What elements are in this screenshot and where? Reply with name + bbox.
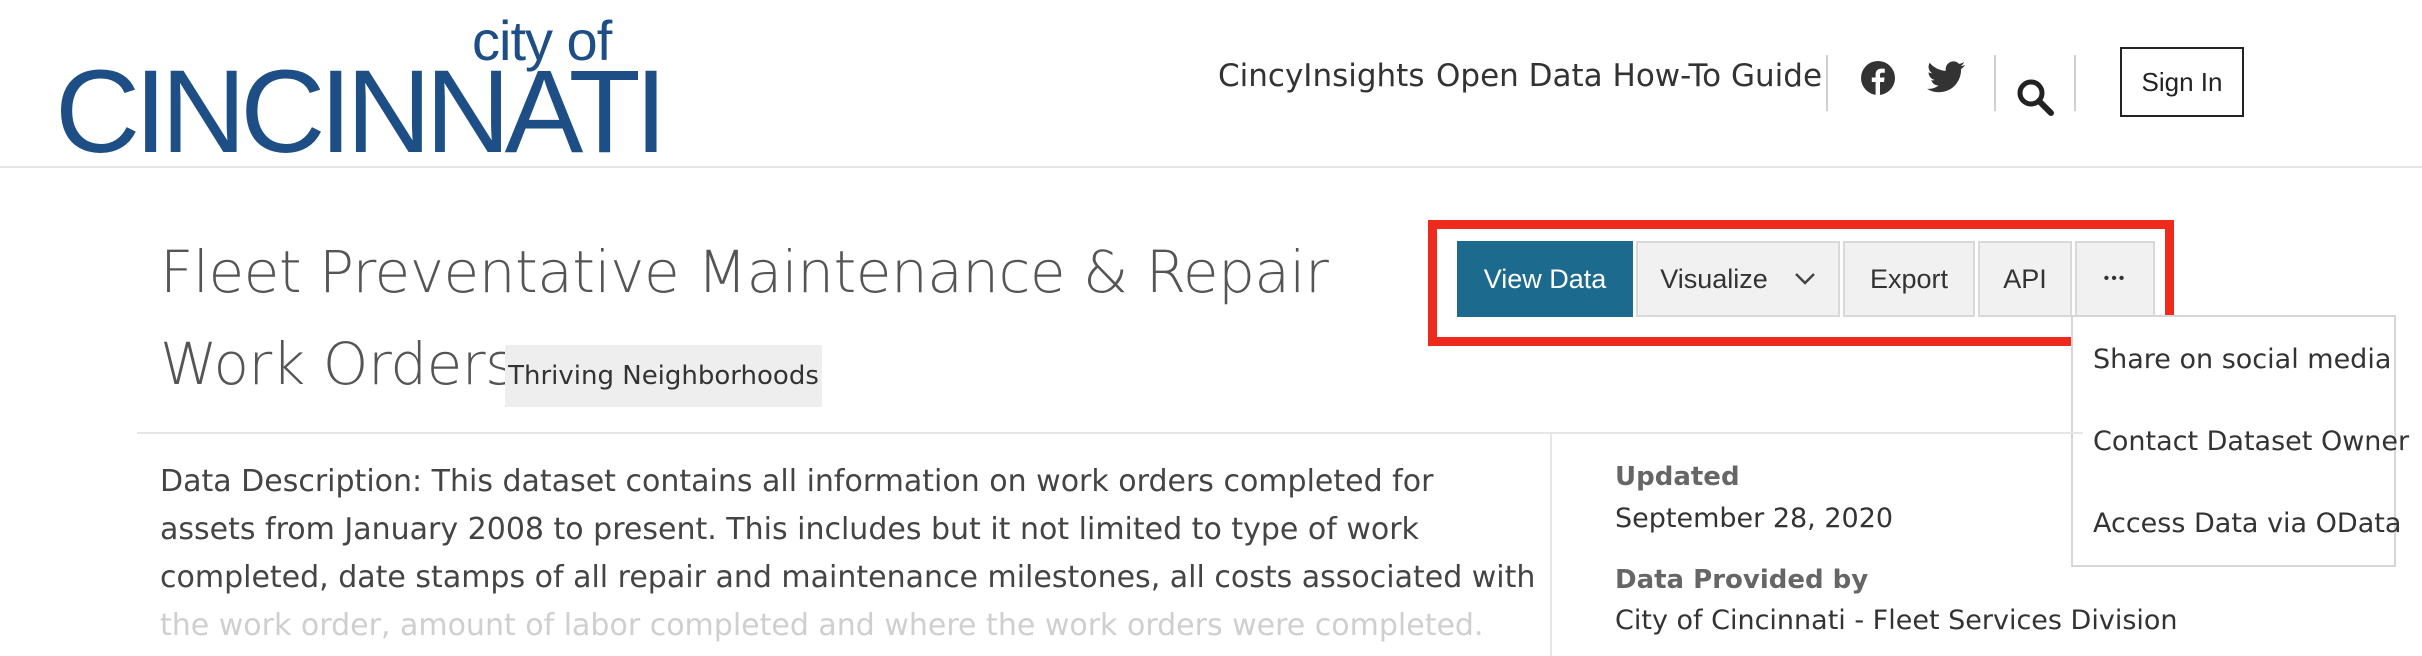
menu-item-share[interactable]: Share on social media [2093,344,2391,375]
search-icon[interactable] [2014,76,2056,118]
sign-in-button[interactable]: Sign In [2120,47,2244,117]
chevron-down-icon [1794,272,1816,286]
description-line: Data Description: This dataset contains … [160,464,1434,499]
menu-item-contact-owner[interactable]: Contact Dataset Owner [2093,426,2409,457]
api-button[interactable]: API [1978,241,2072,317]
nav-how-to-guide[interactable]: Open Data How-To Guide [1436,58,1822,94]
facebook-icon[interactable] [1860,60,1896,96]
nav-divider [1826,55,1828,111]
updated-value: September 28, 2020 [1615,503,1894,534]
dataset-description: Data Description: This dataset contains … [160,458,1536,650]
menu-item-odata[interactable]: Access Data via OData [2093,508,2401,539]
visualize-label: Visualize [1660,263,1768,294]
nav-cincyinsights[interactable]: CincyInsights [1218,58,1424,94]
provided-by-label: Data Provided by [1615,565,1869,595]
description-line: the work order, amount of labor complete… [160,608,1484,643]
column-divider [1550,434,1552,656]
provided-by-value: City of Cincinnati - Fleet Services Divi… [1615,605,2178,636]
category-tag[interactable]: Thriving Neighborhoods [505,345,822,407]
content-divider [137,432,2083,434]
more-actions-menu: Share on social media Contact Dataset Ow… [2071,315,2409,567]
view-data-button[interactable]: View Data [1457,241,1633,317]
description-line: completed, date stamps of all repair and… [160,560,1536,595]
logo-big-text: CINCINNATI [55,46,667,178]
dataset-toolbar: View Data Visualize Export API ••• [1457,241,2158,317]
site-header: city of CINCINNATI CincyInsights Open Da… [0,0,2422,171]
visualize-button[interactable]: Visualize [1636,241,1840,317]
export-button[interactable]: Export [1843,241,1975,317]
nav-divider [1994,55,1996,111]
updated-label: Updated [1615,462,1740,492]
nav-divider [2074,55,2076,111]
description-line: assets from January 2008 to present. Thi… [160,512,1419,547]
city-logo[interactable]: city of CINCINNATI [55,8,667,171]
more-actions-button[interactable]: ••• [2075,241,2155,317]
twitter-icon[interactable] [1926,60,1966,94]
